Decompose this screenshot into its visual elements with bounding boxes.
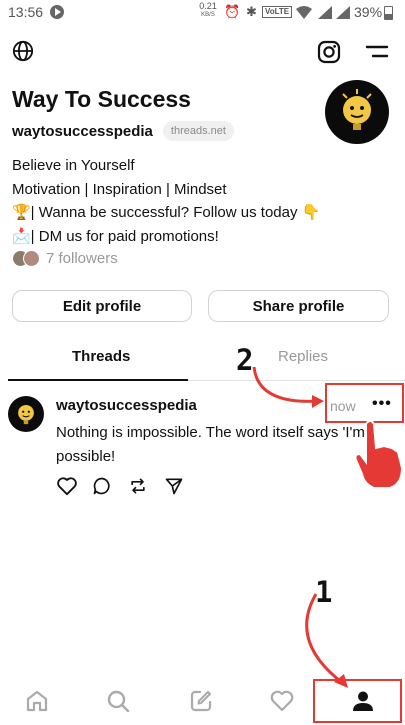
search-icon[interactable] bbox=[105, 688, 131, 714]
profile-name: Way To Success bbox=[12, 86, 191, 112]
arrow-annotation-2 bbox=[252, 366, 324, 408]
active-tab-indicator bbox=[8, 379, 188, 381]
signal-icon-2 bbox=[336, 6, 350, 19]
post-text: Nothing is impossible. The word itself s… bbox=[56, 424, 365, 465]
wifi-icon bbox=[296, 6, 312, 19]
highlight-box-more-options bbox=[325, 383, 404, 423]
post-actions bbox=[56, 476, 196, 496]
play-icon bbox=[50, 5, 64, 19]
home-icon[interactable] bbox=[24, 688, 50, 714]
post-username[interactable]: waytosuccesspedia bbox=[56, 397, 197, 414]
bio-line: Believe in Yourself bbox=[12, 157, 135, 174]
profile-handle: waytosuccesspedia bbox=[12, 122, 153, 140]
heart-icon[interactable] bbox=[56, 476, 78, 496]
pointing-hand-icon bbox=[354, 420, 404, 489]
profile-bio: Believe in Yourself Motivation | Inspira… bbox=[12, 154, 320, 248]
followers-link[interactable]: 7 followers bbox=[12, 250, 118, 267]
bio-line: 🏆| Wanna be successful? Follow us today … bbox=[12, 204, 321, 221]
edit-profile-button[interactable]: Edit profile bbox=[12, 290, 192, 322]
tab-replies[interactable]: Replies bbox=[278, 348, 328, 365]
bio-line: 📩| DM us for paid promotions! bbox=[12, 227, 219, 245]
followers-count: 7 followers bbox=[46, 250, 118, 267]
send-icon[interactable] bbox=[164, 476, 184, 496]
brain-logo-icon bbox=[342, 89, 372, 130]
alarm-icon: ⏰ bbox=[224, 4, 241, 19]
battery-icon bbox=[384, 6, 393, 20]
post-avatar[interactable] bbox=[8, 396, 44, 432]
volte-icon: VoLTE bbox=[262, 6, 293, 18]
bio-line: Motivation | Inspiration | Mindset bbox=[12, 180, 227, 198]
bluetooth-icon: ✱ bbox=[246, 4, 257, 19]
activity-icon[interactable] bbox=[269, 688, 295, 714]
comment-icon[interactable] bbox=[92, 476, 112, 496]
signal-icon bbox=[318, 6, 332, 19]
instagram-icon[interactable] bbox=[317, 40, 341, 64]
tab-threads[interactable]: Threads bbox=[72, 348, 130, 365]
profile-icon[interactable] bbox=[350, 688, 376, 714]
repost-icon[interactable] bbox=[128, 476, 148, 496]
status-bar: 13:56 0.21 KB/S ⏰ ✱ VoLTE 39% bbox=[0, 0, 405, 26]
network-speed: 0.21 KB/S bbox=[199, 1, 217, 19]
menu-icon[interactable] bbox=[365, 44, 389, 60]
arrow-annotation-1 bbox=[305, 593, 348, 688]
globe-icon[interactable] bbox=[12, 40, 34, 62]
bottom-nav bbox=[0, 680, 405, 725]
brain-logo-icon bbox=[18, 405, 34, 425]
profile-handle-row: waytosuccesspedia threads.net bbox=[12, 121, 234, 141]
domain-badge[interactable]: threads.net bbox=[162, 121, 234, 141]
battery-level: 39% bbox=[354, 4, 383, 20]
profile-avatar[interactable] bbox=[325, 80, 389, 144]
top-bar bbox=[0, 38, 405, 68]
compose-icon[interactable] bbox=[188, 688, 214, 714]
share-profile-button[interactable]: Share profile bbox=[208, 290, 389, 322]
follower-avatar bbox=[23, 250, 40, 267]
status-time: 13:56 bbox=[8, 4, 44, 20]
